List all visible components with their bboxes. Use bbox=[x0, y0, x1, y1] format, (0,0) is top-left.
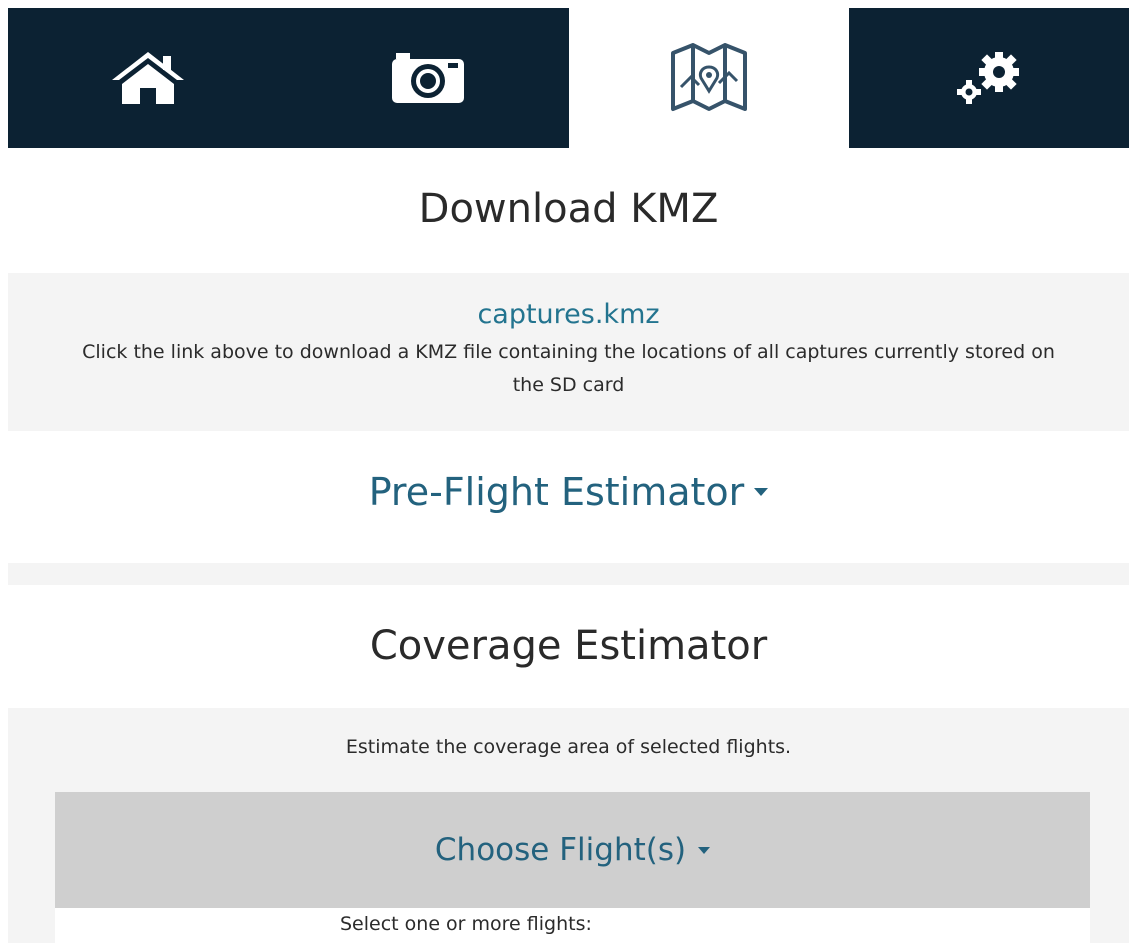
top-nav bbox=[8, 8, 1129, 148]
choose-flights-button[interactable]: Choose Flight(s) bbox=[55, 792, 1090, 908]
preflight-estimator-toggle[interactable]: Pre-Flight Estimator bbox=[8, 470, 1129, 530]
preflight-panel-collapsed bbox=[8, 563, 1129, 585]
coverage-panel: Estimate the coverage area of selected f… bbox=[8, 708, 1129, 943]
gears-icon bbox=[949, 48, 1029, 108]
tab-settings[interactable] bbox=[848, 8, 1129, 148]
coverage-description: Estimate the coverage area of selected f… bbox=[345, 736, 792, 758]
kmz-description: Click the link above to download a KMZ f… bbox=[82, 341, 1055, 396]
coverage-estimator-title: Coverage Estimator bbox=[369, 623, 768, 669]
choose-flights-label: Choose Flight(s) bbox=[434, 832, 687, 868]
camera-icon bbox=[390, 51, 466, 105]
caret-down-icon bbox=[698, 846, 711, 854]
map-icon bbox=[669, 43, 749, 113]
tab-camera[interactable] bbox=[288, 8, 569, 148]
kmz-panel: captures.kmz Click the link above to dow… bbox=[8, 273, 1129, 431]
tab-home[interactable] bbox=[8, 8, 289, 148]
page: Download KMZ captures.kmz Click the link… bbox=[0, 0, 1129, 943]
kmz-download-link[interactable]: captures.kmz bbox=[477, 299, 659, 330]
preflight-estimator-label: Pre-Flight Estimator bbox=[368, 470, 745, 514]
home-icon bbox=[110, 50, 186, 106]
caret-down-icon bbox=[754, 488, 769, 496]
tab-map[interactable] bbox=[568, 8, 849, 148]
download-kmz-title: Download KMZ bbox=[418, 186, 719, 232]
select-flights-label: Select one or more flights: bbox=[340, 913, 592, 935]
flight-select-list: Select one or more flights: bbox=[55, 908, 1090, 943]
